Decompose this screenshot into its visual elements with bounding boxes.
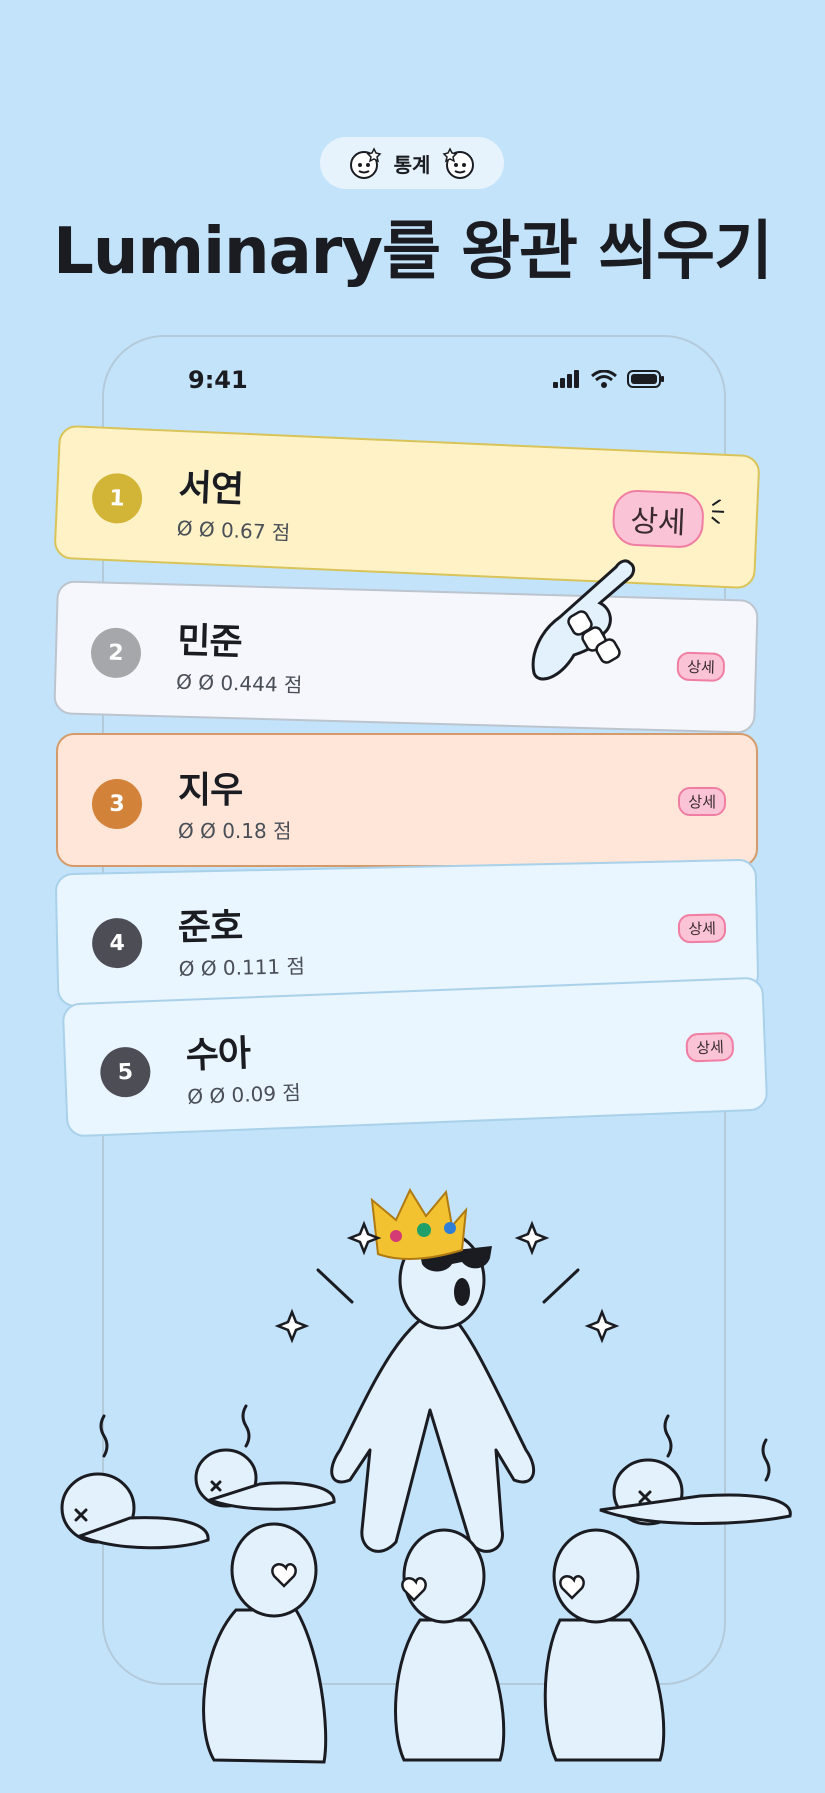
rank-badge: 5 [99,1046,152,1099]
crown-icon [370,1187,468,1260]
battery-icon [627,370,664,388]
detail-button[interactable]: 상세 [685,1031,735,1063]
wifi-icon [591,370,617,388]
character-face-icon [442,147,475,179]
rank-badge: 3 [92,779,142,829]
player-name: 민준 [176,620,243,664]
detail-button[interactable]: 상세 [678,913,727,944]
player-name: 지우 [178,770,243,811]
status-icons [553,370,665,388]
rank-badge: 4 [91,917,143,969]
tap-burst-icon [711,499,725,524]
stats-label: 통계 [393,152,431,177]
status-time: 9:41 [188,366,248,394]
player-score: Ø Ø 0.09 점 [186,1080,302,1109]
player-score: Ø Ø 0.18 점 [178,819,292,843]
stats-badge: 통계 [320,137,504,189]
player-score: Ø Ø 0.444 점 [175,669,303,698]
player-score: Ø Ø 0.111 점 [178,954,306,981]
leaderboard-card[interactable]: 2 민준 Ø Ø 0.444 점 상세 [53,580,759,734]
character-face-icon [349,147,382,179]
detail-button[interactable]: 상세 [611,489,705,549]
player-score: Ø Ø 0.67 점 [176,515,291,545]
leaderboard-card[interactable]: 3 지우 Ø Ø 0.18 점 상세 [56,733,758,867]
signal-icon [553,370,579,388]
detail-button[interactable]: 상세 [678,787,726,816]
player-name: 준호 [177,906,243,949]
rank-badge: 1 [91,472,144,525]
rank-badge: 2 [90,627,142,679]
crowned-figure-illustration [60,1187,792,1764]
player-name: 서연 [177,467,244,511]
player-name: 수아 [185,1033,251,1077]
leaderboard-card[interactable]: 5 수아 Ø Ø 0.09 점 상세 [61,976,769,1138]
detail-button[interactable]: 상세 [676,651,726,682]
pointing-hand-icon [531,559,636,681]
page-title: Luminary를 왕관 씌우기 [53,215,773,289]
